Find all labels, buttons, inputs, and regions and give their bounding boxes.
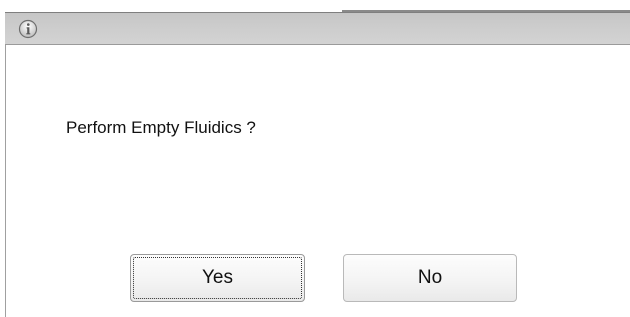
info-icon	[18, 19, 38, 39]
yes-button[interactable]: Yes	[130, 254, 305, 302]
no-button[interactable]: No	[343, 254, 517, 302]
dialog-titlebar[interactable]	[5, 12, 630, 45]
no-button-label: No	[417, 267, 443, 288]
yes-button-label: Yes	[202, 267, 233, 288]
dialog-body	[5, 45, 630, 317]
dialog-message: Perform Empty Fluidics ?	[66, 118, 256, 137]
confirm-dialog: Perform Empty Fluidics ? Yes No	[0, 0, 630, 317]
